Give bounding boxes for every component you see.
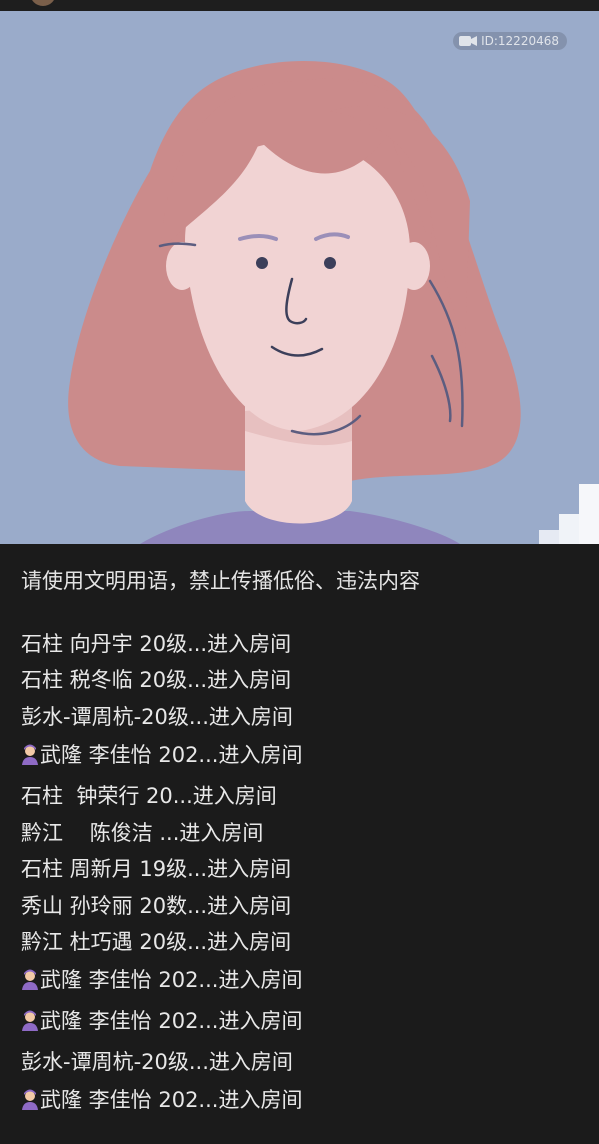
user-badge-icon <box>22 1089 38 1110</box>
chat-message: 黔江 陈俊洁 ...进入房间 <box>21 819 263 847</box>
chat-message-text: 武隆 李佳怡 202...进入房间 <box>40 1009 303 1033</box>
chat-message: 秀山 孙玲丽 20数...进入房间 <box>21 892 291 920</box>
chat-message: 武隆 李佳怡 202...进入房间 <box>21 1007 302 1035</box>
chat-message-text: 黔江 陈俊洁 ...进入房间 <box>21 821 264 845</box>
room-id-badge: ID:12220468 <box>453 32 567 50</box>
chat-message: 彭水-谭周杭-20级...进入房间 <box>21 1048 293 1076</box>
chat-message: 武隆 李佳怡 202...进入房间 <box>21 741 302 769</box>
chat-message-text: 石柱 钟荣行 20...进入房间 <box>21 784 277 808</box>
user-badge-icon <box>22 744 38 765</box>
chat-message-text: 武隆 李佳怡 202...进入房间 <box>40 1088 303 1112</box>
chat-message: 石柱 钟荣行 20...进入房间 <box>21 782 277 810</box>
chat-message-text: 武隆 李佳怡 202...进入房间 <box>40 743 303 767</box>
user-badge-icon <box>22 1010 38 1031</box>
chat-message: 石柱 周新月 19级...进入房间 <box>21 855 291 883</box>
top-bar <box>0 0 599 11</box>
chat-message: 石柱 税冬临 20级...进入房间 <box>21 666 291 694</box>
chat-message: 武隆 李佳怡 202...进入房间 <box>21 1086 302 1114</box>
chat-message-text: 石柱 向丹宇 20级...进入房间 <box>21 632 292 656</box>
chat-message: 黔江 杜巧遇 20级...进入房间 <box>21 928 291 956</box>
avatar[interactable] <box>30 0 56 6</box>
chat-message-text: 彭水-谭周杭-20级...进入房间 <box>21 1050 293 1074</box>
chat-message: 武隆 李佳怡 202...进入房间 <box>21 966 302 994</box>
streamer-portrait <box>68 61 521 544</box>
chat-message-text: 武隆 李佳怡 202...进入房间 <box>40 968 303 992</box>
camera-icon <box>459 36 478 46</box>
chat-panel[interactable]: 请使用文明用语，禁止传播低俗、违法内容 石柱 向丹宇 20级...进入房间 石柱 … <box>0 544 599 1144</box>
chat-message-text: 石柱 周新月 19级...进入房间 <box>21 857 292 881</box>
chat-message-text: 彭水-谭周杭-20级...进入房间 <box>21 705 293 729</box>
chat-message: 彭水-谭周杭-20级...进入房间 <box>21 703 293 731</box>
chat-notice: 请使用文明用语，禁止传播低俗、违法内容 <box>21 569 420 593</box>
chat-message-text: 黔江 杜巧遇 20级...进入房间 <box>21 930 292 954</box>
signal-bars-icon <box>539 484 599 544</box>
chat-message: 石柱 向丹宇 20级...进入房间 <box>21 630 291 658</box>
user-badge-icon <box>22 969 38 990</box>
video-stream[interactable]: ID:12220468 <box>0 11 599 544</box>
chat-message-text: 秀山 孙玲丽 20数...进入房间 <box>21 894 292 918</box>
room-id-text: ID:12220468 <box>481 34 559 48</box>
chat-message-text: 石柱 税冬临 20级...进入房间 <box>21 668 292 692</box>
